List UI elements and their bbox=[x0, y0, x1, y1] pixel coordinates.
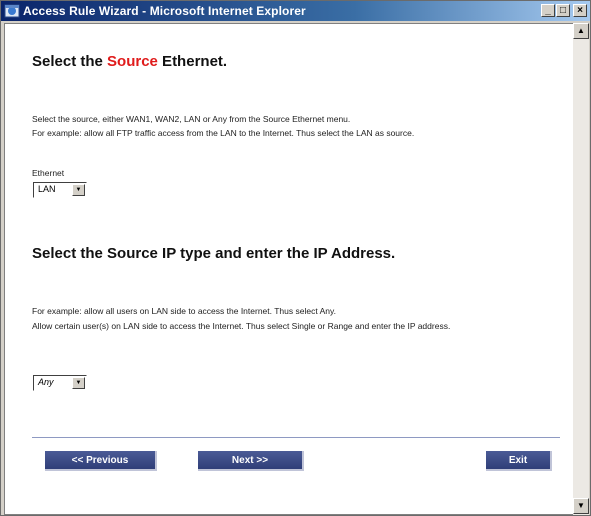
divider bbox=[32, 437, 560, 438]
source-ethernet-heading: Select the Source Ethernet. bbox=[32, 53, 227, 70]
internet-explorer-icon bbox=[4, 4, 20, 18]
heading-highlight: Source bbox=[107, 53, 158, 70]
scroll-down-icon[interactable]: ▼ bbox=[573, 498, 589, 514]
source-example: For example: allow all FTP traffic acces… bbox=[32, 128, 415, 138]
browser-window: Access Rule Wizard - Microsoft Internet … bbox=[0, 0, 591, 516]
minimize-button[interactable]: _ bbox=[541, 4, 555, 17]
heading-text-pre: Select the bbox=[32, 53, 108, 70]
ethernet-select[interactable]: LAN ▼ bbox=[33, 182, 87, 198]
scroll-up-icon[interactable]: ▲ bbox=[573, 23, 589, 39]
exit-button[interactable]: Exit bbox=[486, 451, 552, 471]
source-description: Select the source, either WAN1, WAN2, LA… bbox=[32, 114, 351, 124]
close-button[interactable]: × bbox=[573, 4, 587, 17]
next-button[interactable]: Next >> bbox=[198, 451, 304, 471]
ip-type-description: For example: allow all users on LAN side… bbox=[32, 306, 336, 316]
ethernet-select-value: LAN bbox=[38, 184, 56, 194]
previous-button[interactable]: << Previous bbox=[45, 451, 157, 471]
ethernet-label: Ethernet bbox=[32, 168, 65, 178]
ip-type-select[interactable]: Any ▼ bbox=[33, 375, 87, 391]
title-bar[interactable]: Access Rule Wizard - Microsoft Internet … bbox=[1, 1, 590, 21]
chevron-down-icon[interactable]: ▼ bbox=[72, 377, 85, 389]
ip-type-example: Allow certain user(s) on LAN side to acc… bbox=[32, 321, 451, 331]
ip-type-select-value: Any bbox=[38, 377, 54, 387]
window-title: Access Rule Wizard - Microsoft Internet … bbox=[23, 4, 306, 18]
vertical-scrollbar[interactable]: ▲ ▼ bbox=[573, 23, 589, 515]
chevron-down-icon[interactable]: ▼ bbox=[72, 184, 85, 196]
maximize-button[interactable]: □ bbox=[556, 4, 570, 17]
heading-text-post: Ethernet. bbox=[157, 53, 228, 70]
page-content: Select the Source Ethernet. Select the s… bbox=[4, 23, 573, 515]
source-ip-heading: Select the Source IP type and enter the … bbox=[32, 245, 396, 262]
